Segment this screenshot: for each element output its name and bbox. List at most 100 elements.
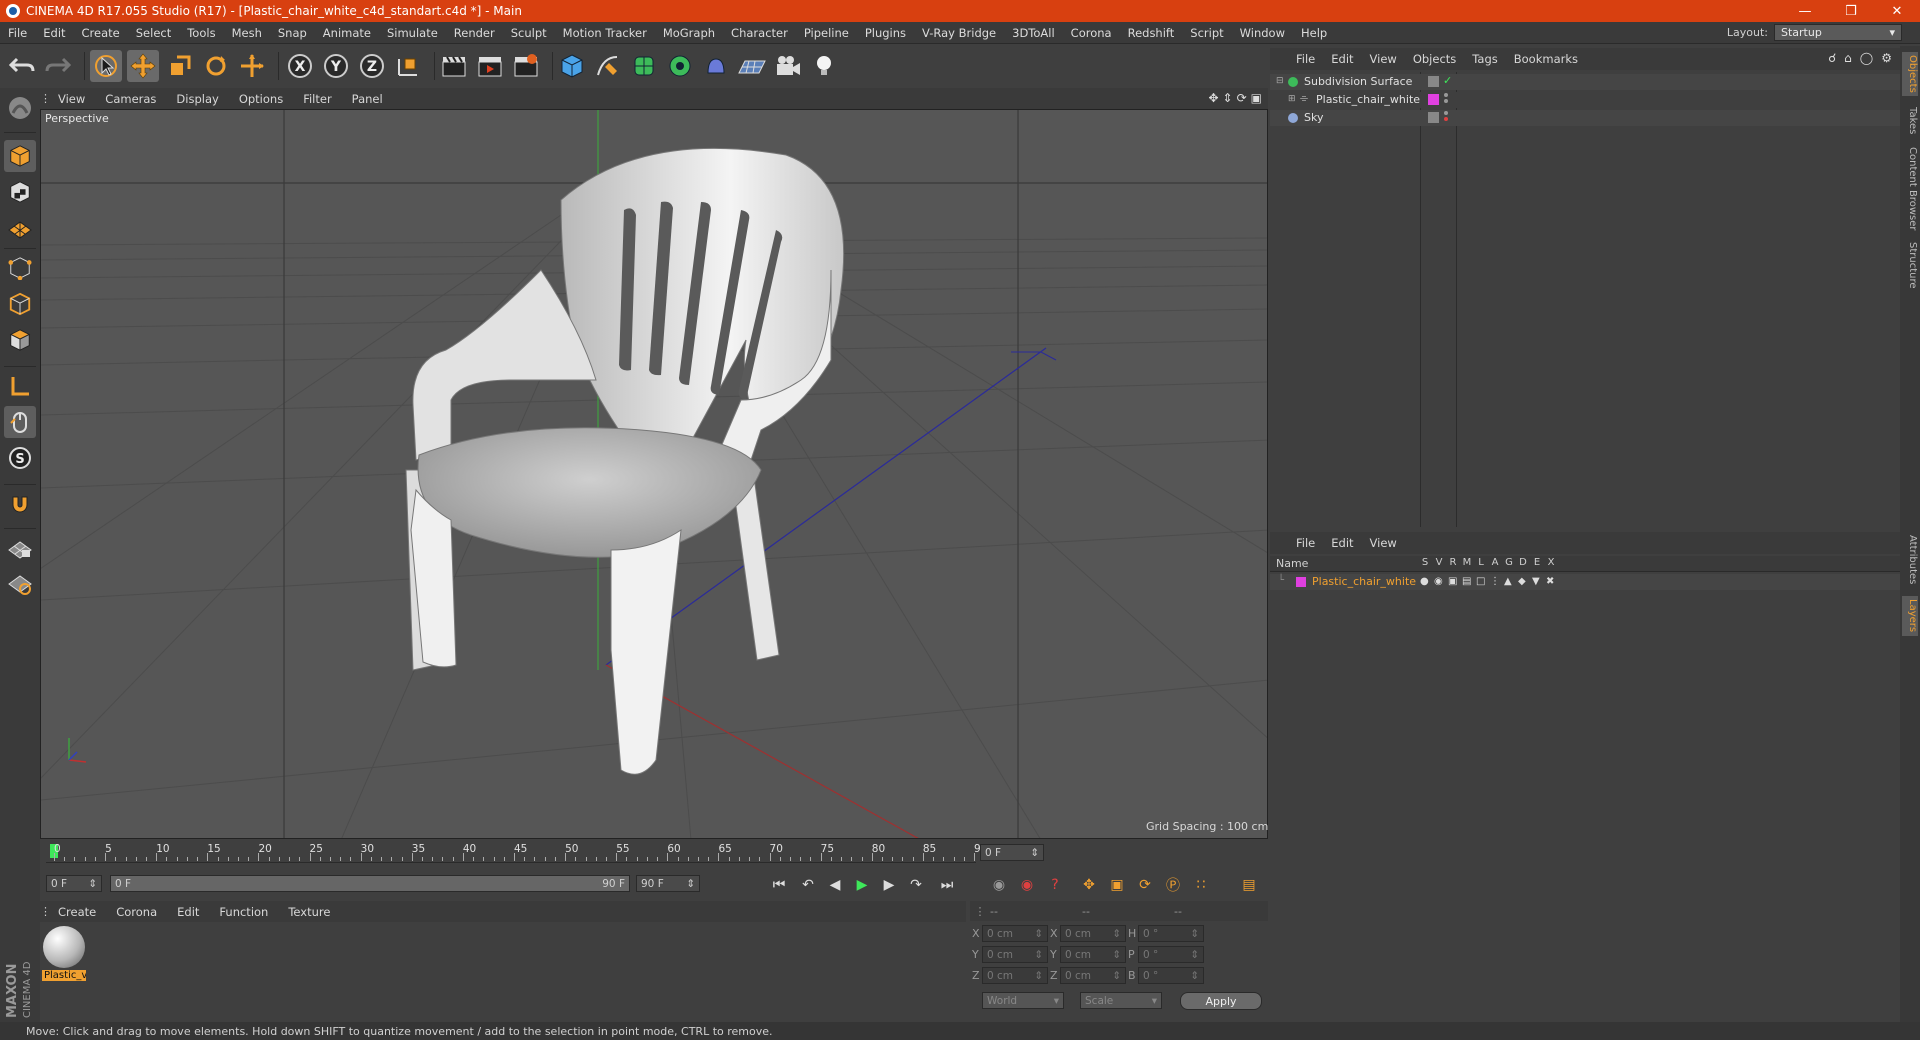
menu-help[interactable]: Help (1293, 26, 1335, 40)
timeline-ruler[interactable]: 051015202530354045505560657075808590 0 F… (40, 841, 1268, 865)
spline-pen-button[interactable] (592, 50, 624, 82)
tree-collapse-icon[interactable]: ⊟ (1276, 76, 1284, 86)
current-frame-field[interactable]: 0 F ⇕ (980, 844, 1044, 861)
go-to-start-button[interactable]: ⏮ (766, 872, 792, 898)
autokeying-button[interactable]: ◉ (1014, 872, 1040, 898)
key-position-button[interactable]: ✥ (1076, 872, 1102, 898)
xref-icon[interactable]: ✖ (1546, 576, 1554, 587)
subdivision-surface-button[interactable] (628, 50, 660, 82)
layer-flag-header[interactable]: X (1544, 557, 1558, 568)
layer-flag-header[interactable]: G (1502, 557, 1516, 568)
manager-icon[interactable]: ▤ (1462, 576, 1471, 587)
deformers-icon[interactable]: ◆ (1518, 576, 1526, 587)
animation-icon[interactable]: ⋮ (1490, 576, 1500, 587)
toggle-layout-icon[interactable]: ▣ (1251, 91, 1262, 105)
end-frame-field[interactable]: 90 F ⇕ (636, 875, 700, 892)
menu-simulate[interactable]: Simulate (379, 26, 446, 40)
menu-script[interactable]: Script (1182, 26, 1231, 40)
locked-workplane-button[interactable] (4, 532, 36, 564)
transform-tool-button[interactable] (236, 50, 268, 82)
menu-tools[interactable]: Tools (179, 26, 223, 40)
y-axis-button[interactable]: Y (320, 50, 352, 82)
viewport-menu-filter[interactable]: Filter (293, 92, 341, 106)
layer-flag-header[interactable]: M (1460, 557, 1474, 568)
coordinate-system-button[interactable] (392, 50, 424, 82)
tree-expand-icon[interactable]: ⊞ (1288, 94, 1296, 104)
redo-button[interactable] (42, 50, 74, 82)
coord-value-field[interactable]: 0 cm ⇕ (1060, 925, 1126, 942)
scale-tool-button[interactable] (164, 50, 196, 82)
menu-snap[interactable]: Snap (270, 26, 315, 40)
previous-frame-button[interactable]: ◀ (822, 872, 848, 898)
viewport-menu-cameras[interactable]: Cameras (95, 92, 166, 106)
key-rotation-button[interactable]: ⟳ (1132, 872, 1158, 898)
texture-mode-button[interactable] (4, 176, 36, 208)
edit-checkbox-icon[interactable] (1428, 112, 1439, 123)
menu-vray-bridge[interactable]: V-Ray Bridge (914, 26, 1004, 40)
coordinate-mode-select[interactable]: World ▾ (982, 992, 1064, 1009)
snap-button[interactable]: S (4, 442, 36, 474)
coord-value-field[interactable]: 0 cm ⇕ (982, 946, 1048, 963)
object-menu-edit[interactable]: Edit (1323, 52, 1361, 66)
lock-icon[interactable]: □ (1476, 576, 1485, 587)
menu-mograph[interactable]: MoGraph (655, 26, 723, 40)
layer-flag-header[interactable]: A (1488, 557, 1502, 568)
make-editable-button[interactable] (4, 92, 36, 124)
menu-pipeline[interactable]: Pipeline (796, 26, 857, 40)
x-axis-button[interactable]: X (284, 50, 316, 82)
generators-icon[interactable]: ▲ (1504, 576, 1512, 587)
menu-3dtoall[interactable]: 3DToAll (1004, 26, 1063, 40)
z-axis-button[interactable]: Z (356, 50, 388, 82)
next-key-button[interactable]: ↷ (903, 872, 929, 898)
restore-button[interactable]: ❒ (1828, 0, 1874, 22)
visibility-dots-icon[interactable] (1444, 93, 1448, 103)
menu-create[interactable]: Create (74, 26, 128, 40)
render-to-picture-viewer-button[interactable] (474, 50, 506, 82)
layer-flag-header[interactable]: E (1530, 557, 1544, 568)
menu-animate[interactable]: Animate (315, 26, 379, 40)
layer-color-icon[interactable] (1428, 94, 1439, 105)
perspective-viewport[interactable] (40, 109, 1268, 839)
rotate-tool-button[interactable] (200, 50, 232, 82)
minimize-button[interactable]: — (1782, 0, 1828, 22)
menu-motion-tracker[interactable]: Motion Tracker (555, 26, 655, 40)
edit-checkbox-icon[interactable] (1428, 76, 1439, 87)
keyframe-selection-button[interactable]: ? (1042, 872, 1068, 898)
object-menu-bookmarks[interactable]: Bookmarks (1506, 52, 1586, 66)
undo-button[interactable] (6, 50, 38, 82)
visibility-dots-icon[interactable] (1444, 111, 1448, 121)
material-menu-texture[interactable]: Texture (278, 905, 340, 919)
menu-render[interactable]: Render (446, 26, 503, 40)
cloner-button[interactable] (664, 50, 696, 82)
timeline-window-button[interactable]: ▤ (1236, 872, 1262, 898)
tab-layers[interactable]: Layers (1902, 596, 1918, 636)
floor-button[interactable] (736, 50, 768, 82)
home-icon[interactable]: ⌂ (1844, 51, 1852, 65)
enabled-check-icon[interactable]: ✓ (1443, 74, 1452, 87)
menu-mesh[interactable]: Mesh (224, 26, 270, 40)
object-menu-view[interactable]: View (1362, 52, 1405, 66)
viewport-menu-view[interactable]: View (48, 92, 95, 106)
live-selection-button[interactable] (90, 50, 122, 82)
material-menu-function[interactable]: Function (209, 905, 278, 919)
menu-corona[interactable]: Corona (1063, 26, 1120, 40)
menu-redshift[interactable]: Redshift (1120, 26, 1183, 40)
tweak-mode-button[interactable] (4, 406, 36, 438)
viewport-menu-display[interactable]: Display (166, 92, 228, 106)
render-icon[interactable]: ▣ (1448, 576, 1457, 587)
object-row[interactable]: ⊟ Subdivision Surface ✓ (1270, 74, 1900, 90)
layer-flag-header[interactable]: S (1418, 557, 1432, 568)
coord-value-field[interactable]: 0 cm ⇕ (1060, 946, 1126, 963)
points-mode-button[interactable] (4, 252, 36, 284)
coord-value-field[interactable]: 0 cm ⇕ (982, 967, 1048, 984)
material-swatch[interactable]: Plastic_v (42, 926, 86, 982)
object-row[interactable]: ⊞ ⌯ Plastic_chair_white (1270, 92, 1900, 108)
tab-structure[interactable]: Structure (1902, 240, 1918, 290)
workplane-mode-button[interactable] (4, 212, 36, 244)
coord-value-field[interactable]: 0 cm ⇕ (982, 925, 1048, 942)
go-to-end-button[interactable]: ⏭ (934, 872, 960, 898)
coord-value-field[interactable]: 0 ° ⇕ (1138, 967, 1204, 984)
camera-button[interactable] (772, 50, 804, 82)
menu-character[interactable]: Character (723, 26, 796, 40)
preview-range-slider[interactable]: 0 F 90 F (110, 875, 630, 892)
